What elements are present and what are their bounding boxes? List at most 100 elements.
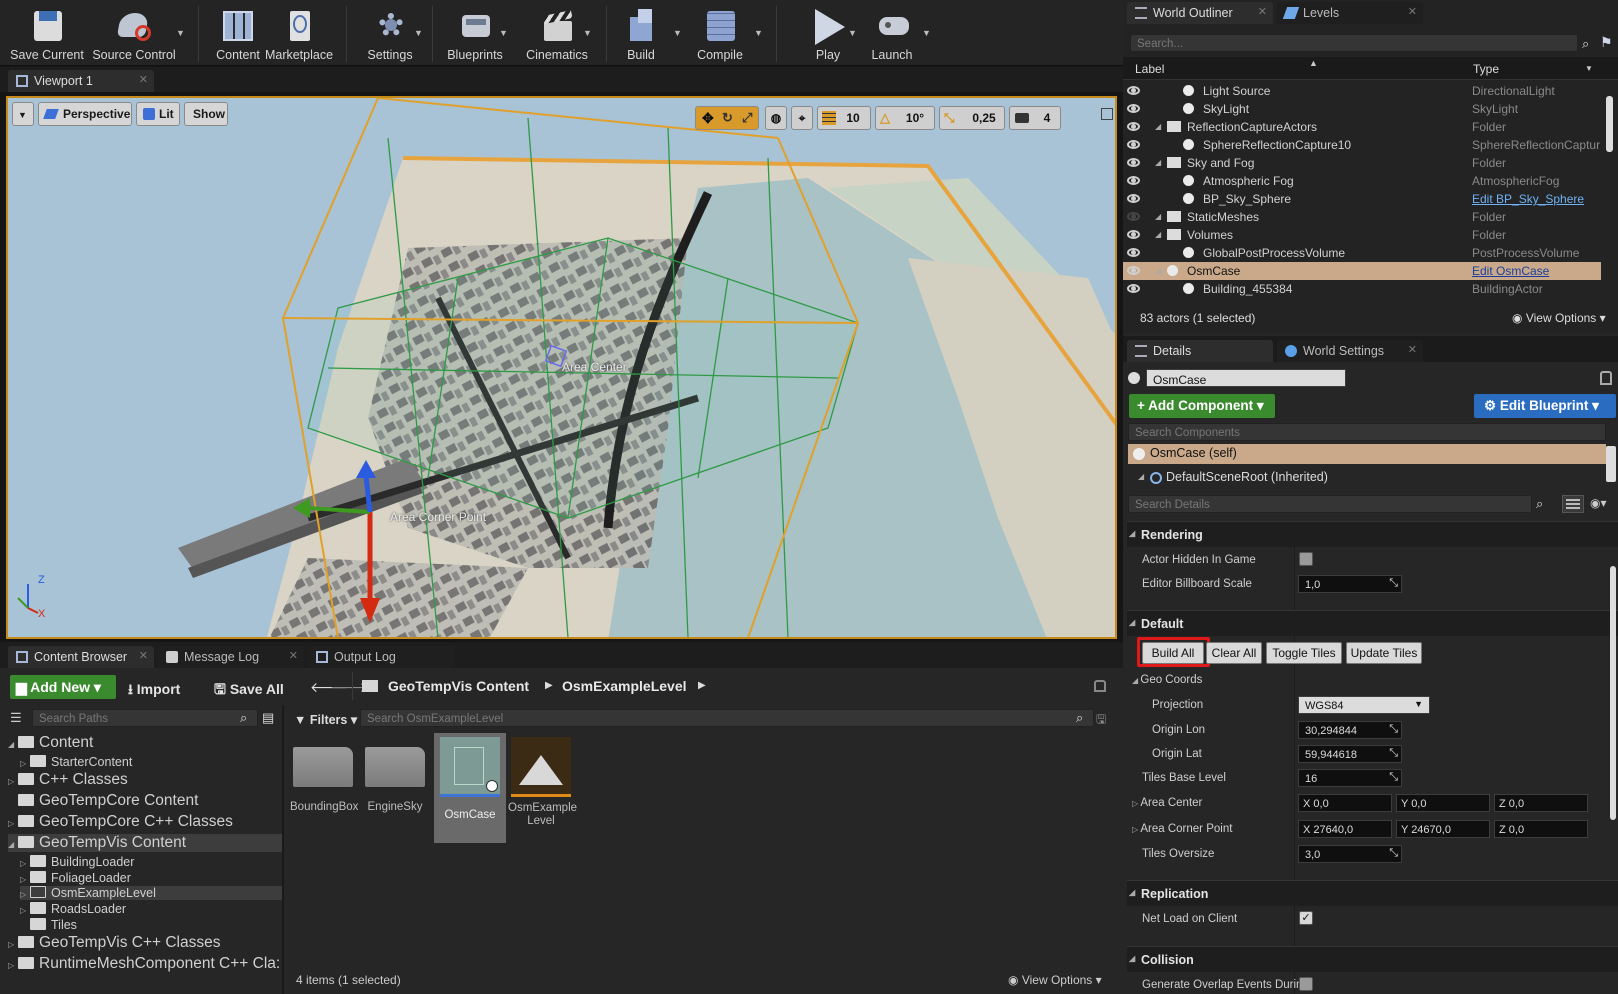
label-column-header[interactable]: Label: [1135, 62, 1164, 76]
area-corner-group[interactable]: ▷ Area Corner Point: [1132, 823, 1232, 835]
outliner-row[interactable]: ◢ StaticMeshes Folder: [1123, 208, 1601, 226]
outliner-row[interactable]: SkyLight SkyLight: [1123, 100, 1601, 118]
tab-output-log[interactable]: Output Log: [308, 646, 454, 668]
lock-icon[interactable]: [1600, 371, 1612, 385]
toggle-tiles-button[interactable]: Toggle Tiles: [1266, 642, 1342, 664]
save-all-button[interactable]: 🖫 Save All: [214, 679, 284, 703]
area-center-group[interactable]: ▷ Area Center: [1132, 797, 1202, 809]
asset-tile-selected[interactable]: OsmCase: [434, 733, 506, 843]
splitter[interactable]: [282, 705, 284, 994]
tab-details[interactable]: Details: [1127, 340, 1273, 362]
tree-expand-icon[interactable]: ◢: [1155, 158, 1161, 167]
search-paths-input[interactable]: Search Paths: [32, 709, 258, 727]
tab-viewport-1[interactable]: Viewport 1 ✕: [8, 70, 154, 92]
close-icon[interactable]: ✕: [1408, 343, 1417, 356]
perspective-button[interactable]: Perspective: [38, 102, 132, 126]
lit-button[interactable]: Lit: [136, 102, 180, 126]
scale-snap-button[interactable]: ⤡ 0,25: [939, 106, 1005, 130]
add-new-button[interactable]: ▆ Add New ▾: [10, 675, 116, 699]
asset-tile[interactable]: OsmExample Level: [508, 737, 577, 828]
cinematics-dropdown-icon[interactable]: ▼: [583, 28, 592, 38]
area-corner-z-input[interactable]: Z 0,0: [1494, 820, 1588, 838]
outliner-row[interactable]: ◢ Volumes Folder: [1123, 226, 1601, 244]
type-column-header[interactable]: Type: [1473, 62, 1499, 76]
default-section[interactable]: Default: [1127, 610, 1618, 636]
area-corner-y-input[interactable]: Y 24670,0: [1396, 820, 1490, 838]
viewport-options-button[interactable]: ▼: [12, 102, 34, 126]
asset-tile[interactable]: BoundingBox: [290, 737, 358, 813]
lock-icon[interactable]: [1094, 680, 1106, 692]
marketplace-button[interactable]: Marketplace: [264, 4, 334, 62]
clear-all-button[interactable]: Clear All: [1206, 642, 1262, 664]
eye-icon[interactable]: [1127, 122, 1140, 131]
collision-section[interactable]: Collision: [1127, 946, 1618, 972]
camera-speed-button[interactable]: 4: [1009, 106, 1061, 130]
details-scrollbar[interactable]: [1610, 566, 1616, 820]
eye-icon[interactable]: [1127, 230, 1140, 239]
content-tree-item[interactable]: ▷ GeoTempVis C++ Classes: [8, 934, 282, 952]
rotation-snap-button[interactable]: △ 10°: [875, 106, 935, 130]
compile-button[interactable]: Compile: [690, 4, 750, 62]
close-icon[interactable]: ✕: [1408, 5, 1417, 18]
content-tree-item[interactable]: ▷ StarterContent: [20, 755, 282, 769]
asset-tile[interactable]: EngineSky: [362, 737, 428, 813]
area-center-y-input[interactable]: Y 0,0: [1396, 794, 1490, 812]
play-dropdown-icon[interactable]: ▼: [848, 28, 857, 38]
chevron-down-icon[interactable]: ▼: [1585, 64, 1593, 73]
property-matrix-button[interactable]: [1562, 495, 1584, 513]
area-corner-x-input[interactable]: X 27640,0: [1298, 820, 1392, 838]
drag-handle-icon[interactable]: ⤡: [1389, 747, 1398, 760]
content-tree-item[interactable]: GeoTempCore Content: [8, 792, 282, 810]
tab-levels[interactable]: Levels ✕: [1277, 2, 1423, 24]
rotate-icon[interactable]: ↻: [722, 110, 733, 126]
save-current-button[interactable]: Save Current: [8, 4, 86, 62]
tree-expand-icon[interactable]: ▷: [20, 890, 30, 899]
outliner-scrollbar[interactable]: [1606, 96, 1613, 152]
eye-icon[interactable]: ◉▾: [1590, 496, 1607, 510]
area-center-x-input[interactable]: X 0,0: [1298, 794, 1392, 812]
compile-dropdown-icon[interactable]: ▼: [754, 28, 763, 38]
drag-handle-icon[interactable]: ⤡: [1389, 771, 1398, 784]
outliner-row[interactable]: Atmospheric Fog AtmosphericFog: [1123, 172, 1601, 190]
filters-button[interactable]: ▼ Filters ▾: [294, 712, 357, 727]
outliner-view-options[interactable]: ◉ View Options ▾: [1512, 311, 1606, 325]
save-search-icon[interactable]: 🖫: [1096, 710, 1106, 731]
add-filter-icon[interactable]: ⚑: [1600, 34, 1613, 51]
grid-snap-button[interactable]: 10: [817, 106, 871, 130]
list-view-icon[interactable]: ▤: [262, 710, 274, 726]
tree-expand-icon[interactable]: ▷: [20, 859, 30, 868]
tree-expand-icon[interactable]: ▷: [20, 906, 30, 915]
rendering-section[interactable]: Rendering: [1127, 521, 1618, 547]
close-icon[interactable]: ✕: [289, 649, 298, 662]
tree-expand-icon[interactable]: ▷: [20, 875, 30, 884]
outliner-row[interactable]: ◢ Sky and Fog Folder: [1123, 154, 1601, 172]
outliner-row[interactable]: ◢ ReflectionCaptureActors Folder: [1123, 118, 1601, 136]
close-icon[interactable]: ✕: [139, 649, 148, 662]
content-tree-item[interactable]: ◢ Content: [8, 734, 282, 752]
breadcrumb-item-geotempvis[interactable]: GeoTempVis Content: [388, 678, 529, 694]
settings-button[interactable]: Settings: [358, 4, 422, 62]
tree-expand-icon[interactable]: ▷: [8, 819, 18, 828]
blueprints-dropdown-icon[interactable]: ▼: [499, 28, 508, 38]
eye-icon[interactable]: [1127, 86, 1140, 95]
tree-expand-icon[interactable]: ◢: [1155, 230, 1161, 239]
outliner-row[interactable]: BP_Sky_Sphere Edit BP_Sky_Sphere: [1123, 190, 1601, 208]
eye-icon[interactable]: [1127, 140, 1140, 149]
build-all-button[interactable]: Build All: [1142, 642, 1204, 664]
projection-select[interactable]: WGS84 ▼: [1298, 696, 1430, 714]
outliner-list[interactable]: Light Source DirectionalLight SkyLight SkyL…: [1123, 82, 1603, 302]
tab-message-log[interactable]: Message Log ✕: [158, 646, 304, 668]
component-root-row[interactable]: ◢ DefaultSceneRoot (Inherited): [1138, 470, 1328, 484]
content-button[interactable]: Content: [208, 4, 268, 62]
sources-panel-toggle-icon[interactable]: ☰: [10, 710, 28, 726]
build-button[interactable]: Build: [618, 4, 664, 62]
content-tree-item[interactable]: ▷ C++ Classes: [8, 771, 282, 789]
outliner-row[interactable]: Building_455384 BuildingActor: [1123, 280, 1601, 298]
launch-dropdown-icon[interactable]: ▼: [922, 28, 931, 38]
tree-expand-icon[interactable]: ◢: [8, 740, 18, 749]
content-tree-item[interactable]: ▷ RuntimeMeshComponent C++ Cla:: [8, 955, 282, 973]
origin-lat-input[interactable]: 59,944618 ⤡: [1298, 745, 1402, 763]
source-control-dropdown-icon[interactable]: ▼: [176, 28, 185, 38]
tab-world-settings[interactable]: World Settings ✕: [1277, 340, 1423, 362]
update-tiles-button[interactable]: Update Tiles: [1346, 642, 1422, 664]
